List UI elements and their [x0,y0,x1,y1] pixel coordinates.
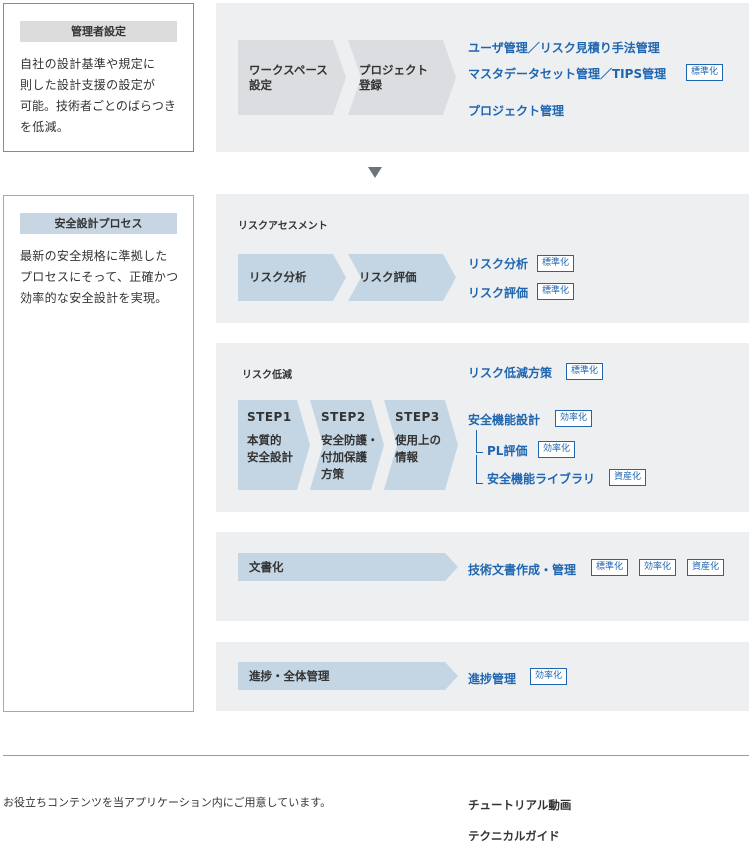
safety-desc-line: 最新の安全規格に準拠した [20,249,168,263]
badge-standardize: 標準化 [537,283,575,300]
divider [3,755,749,756]
badge-standardize: 標準化 [686,64,724,81]
badge-efficiency: 効率化 [555,410,593,427]
safety-process-description: 最新の安全規格に準拠した プロセスにそって、正確かつ 効率的な安全設計を実現。 [20,246,180,309]
badge-efficiency: 効率化 [538,441,576,458]
badge-efficiency: 効率化 [639,559,677,576]
admin-settings-box: 管理者設定 自社の設計基準や規定に 則した設計支援の設定が 可能。技術者ごとのば… [3,3,194,152]
badge-assetize: 資産化 [687,559,725,576]
step3-text: 使用上の 情報 [395,433,441,464]
down-arrow-icon [368,167,382,178]
link-progress-management[interactable]: 進捗管理 [468,670,516,687]
link-user-management[interactable]: ユーザ管理／リスク見積り手法管理 [468,39,660,56]
admin-settings-tag: 管理者設定 [20,21,177,42]
link-technical-documentation[interactable]: 技術文書作成・管理 [468,561,576,578]
step-project-registration: プロジェクト 登録 [348,40,456,115]
link-safety-function-design[interactable]: 安全機能設計 [468,411,540,428]
step-risk-evaluation: リスク評価 [348,254,456,301]
step-risk-analysis: リスク分析 [238,254,346,301]
admin-desc-line: 則した設計支援の設定が [20,78,156,92]
risk-reduction-label: リスク低減 [242,370,292,381]
step3-number: STEP3 [395,410,440,424]
step1-inherent-safe-design: STEP1 本質的 安全設計 [238,400,310,490]
tree-connector [476,430,483,453]
link-tutorial-videos[interactable]: チュートリアル動画 [468,797,571,813]
badge-assetize: 資産化 [609,469,647,486]
link-risk-reduction-measures[interactable]: リスク低減方策 [468,364,552,381]
admin-desc-line: 自社の設計基準や規定に [20,57,156,71]
link-technical-guide[interactable]: テクニカルガイド [468,828,560,844]
step2-number: STEP2 [321,410,366,424]
badge-efficiency: 効率化 [530,668,568,685]
safety-desc-line: 効率的な安全設計を実現。 [20,291,168,305]
link-safety-function-library[interactable]: 安全機能ライブラリ [487,470,595,487]
link-risk-evaluation[interactable]: リスク評価 [468,284,528,301]
admin-desc-line: を低減。 [20,120,70,134]
safety-process-tag: 安全設計プロセス [20,213,177,234]
footer-note: お役立ちコンテンツを当アプリケーション内にご用意しています。 [3,796,332,809]
link-risk-analysis[interactable]: リスク分析 [468,255,528,272]
step-workspace-settings: ワークスペース 設定 [238,40,346,115]
link-pl-evaluation[interactable]: PL評価 [487,442,527,459]
step1-number: STEP1 [247,410,292,424]
risk-assessment-label: リスクアセスメント [238,221,328,232]
step1-text: 本質的 安全設計 [247,433,293,464]
link-master-data-management[interactable]: マスタデータセット管理／TIPS管理 [468,65,666,82]
safety-desc-line: プロセスにそって、正確かつ [20,270,179,284]
link-project-management[interactable]: プロジェクト管理 [468,102,564,119]
step2-text: 安全防護・ 付加保護 方策 [321,433,379,481]
step-progress-management: 進捗・全体管理 [238,662,458,690]
badge-standardize: 標準化 [566,363,604,380]
admin-desc-line: 可能。技術者ごとのばらつき [20,99,176,113]
tree-connector [476,455,483,484]
step-documentation: 文書化 [238,553,458,581]
safety-process-box: 安全設計プロセス 最新の安全規格に準拠した プロセスにそって、正確かつ 効率的な… [3,195,194,712]
badge-standardize: 標準化 [591,559,629,576]
badge-standardize: 標準化 [537,255,575,272]
admin-settings-description: 自社の設計基準や規定に 則した設計支援の設定が 可能。技術者ごとのばらつき を低… [20,54,180,138]
